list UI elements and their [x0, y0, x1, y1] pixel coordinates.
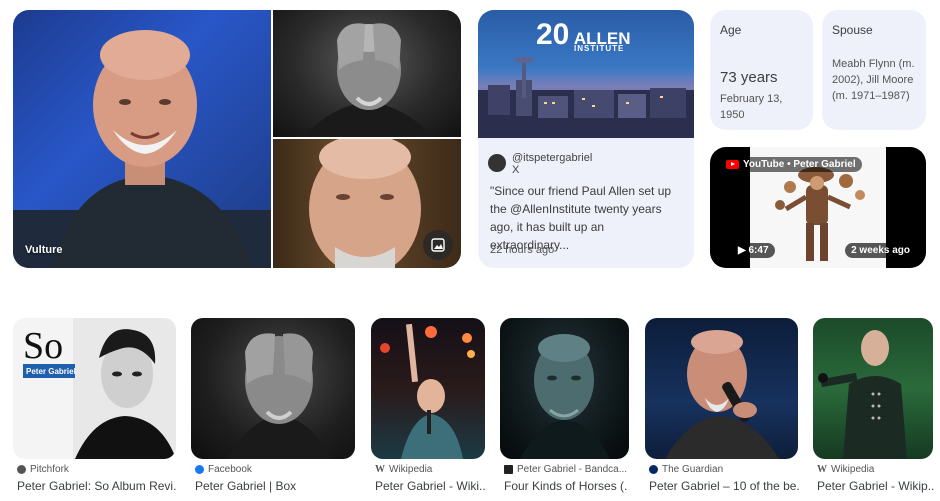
- image-icon: [431, 238, 445, 252]
- allen-institute-logo: 20 ALLEN INSTITUTE: [536, 18, 631, 53]
- singer-graphic: [665, 330, 779, 459]
- result-source-bandcamp[interactable]: Peter Gabriel - Bandca...: [504, 464, 627, 475]
- spouse-value: Meabh Flynn (m. 2002), Jill Moore (m. 19…: [832, 58, 915, 102]
- spouse-label: Spouse: [832, 23, 873, 37]
- hero-image-vulture[interactable]: Vulture: [13, 10, 271, 268]
- result-caption[interactable]: Peter Gabriel - Wiki...: [375, 479, 487, 493]
- result-caption[interactable]: Peter Gabriel: So Album Revi...: [17, 479, 177, 493]
- portrait-image-hand-on-head[interactable]: [273, 10, 461, 137]
- tweet-card[interactable]: 20 ALLEN INSTITUTE @itspetergabriel X "S…: [478, 10, 694, 268]
- pitchfork-icon: [17, 465, 26, 474]
- performer-graphic: [818, 330, 907, 459]
- tweet-image: 20 ALLEN INSTITUTE: [478, 10, 694, 138]
- concert-graphic: [380, 323, 475, 459]
- avatar: [488, 154, 506, 172]
- video-duration: ▶ 6:47: [732, 243, 775, 258]
- portrait-image-closeup[interactable]: [273, 139, 461, 268]
- tweet-handle: @itspetergabriel: [512, 152, 593, 164]
- portrait-graphic: [227, 333, 331, 459]
- video-channel-badge: YouTube • Peter Gabriel: [720, 157, 862, 172]
- result-image-guardian[interactable]: [645, 318, 798, 459]
- bandcamp-icon: [504, 465, 513, 474]
- facebook-icon: [195, 465, 204, 474]
- age-value: 73 years: [720, 69, 778, 86]
- tweet-timestamp: 22 hours ago: [490, 244, 555, 256]
- result-caption[interactable]: Four Kinds of Horses (...: [504, 479, 628, 493]
- youtube-icon: [726, 160, 739, 169]
- result-image-wikipedia-concert[interactable]: [371, 318, 485, 459]
- album-artist: Peter Gabriel: [26, 367, 76, 376]
- video-age: 2 weeks ago: [845, 243, 916, 258]
- result-source-wikipedia[interactable]: W Wikipedia: [375, 464, 432, 475]
- result-source-guardian[interactable]: The Guardian: [649, 464, 723, 475]
- portrait-graphic: [13, 30, 271, 268]
- play-icon: ▶: [738, 245, 746, 256]
- result-caption[interactable]: Peter Gabriel - Wikip...: [817, 479, 935, 493]
- spouse-card[interactable]: Spouse Meabh Flynn (m. 2002), Jill Moore…: [822, 10, 926, 130]
- result-image-wikipedia-stage[interactable]: [813, 318, 933, 459]
- result-image-pitchfork[interactable]: So Peter Gabriel: [13, 318, 176, 459]
- album-title: So: [23, 325, 64, 367]
- portrait-graphic: [303, 23, 433, 137]
- image-gallery-button[interactable]: [423, 230, 453, 260]
- age-label: Age: [720, 23, 742, 37]
- x-platform-label: X: [512, 164, 520, 176]
- result-caption[interactable]: Peter Gabriel – 10 of the be...: [649, 479, 799, 493]
- result-caption[interactable]: Peter Gabriel | Box: [195, 479, 355, 493]
- guardian-icon: [649, 465, 658, 474]
- result-image-bandcamp[interactable]: [500, 318, 629, 459]
- result-source-wikipedia[interactable]: W Wikipedia: [817, 464, 874, 475]
- image-source-label: Vulture: [25, 244, 63, 256]
- wikipedia-icon: W: [375, 464, 385, 475]
- portrait-graphic: [520, 334, 610, 459]
- result-image-facebook[interactable]: [191, 318, 355, 459]
- wikipedia-icon: W: [817, 464, 827, 475]
- birth-date: February 13, 1950: [720, 93, 783, 121]
- age-card[interactable]: Age 73 years February 13, 1950: [710, 10, 813, 130]
- video-card[interactable]: YouTube • Peter Gabriel ▶ 6:47 2 weeks a…: [710, 147, 926, 268]
- result-source-facebook[interactable]: Facebook: [195, 464, 252, 475]
- result-source-pitchfork[interactable]: Pitchfork: [17, 464, 69, 475]
